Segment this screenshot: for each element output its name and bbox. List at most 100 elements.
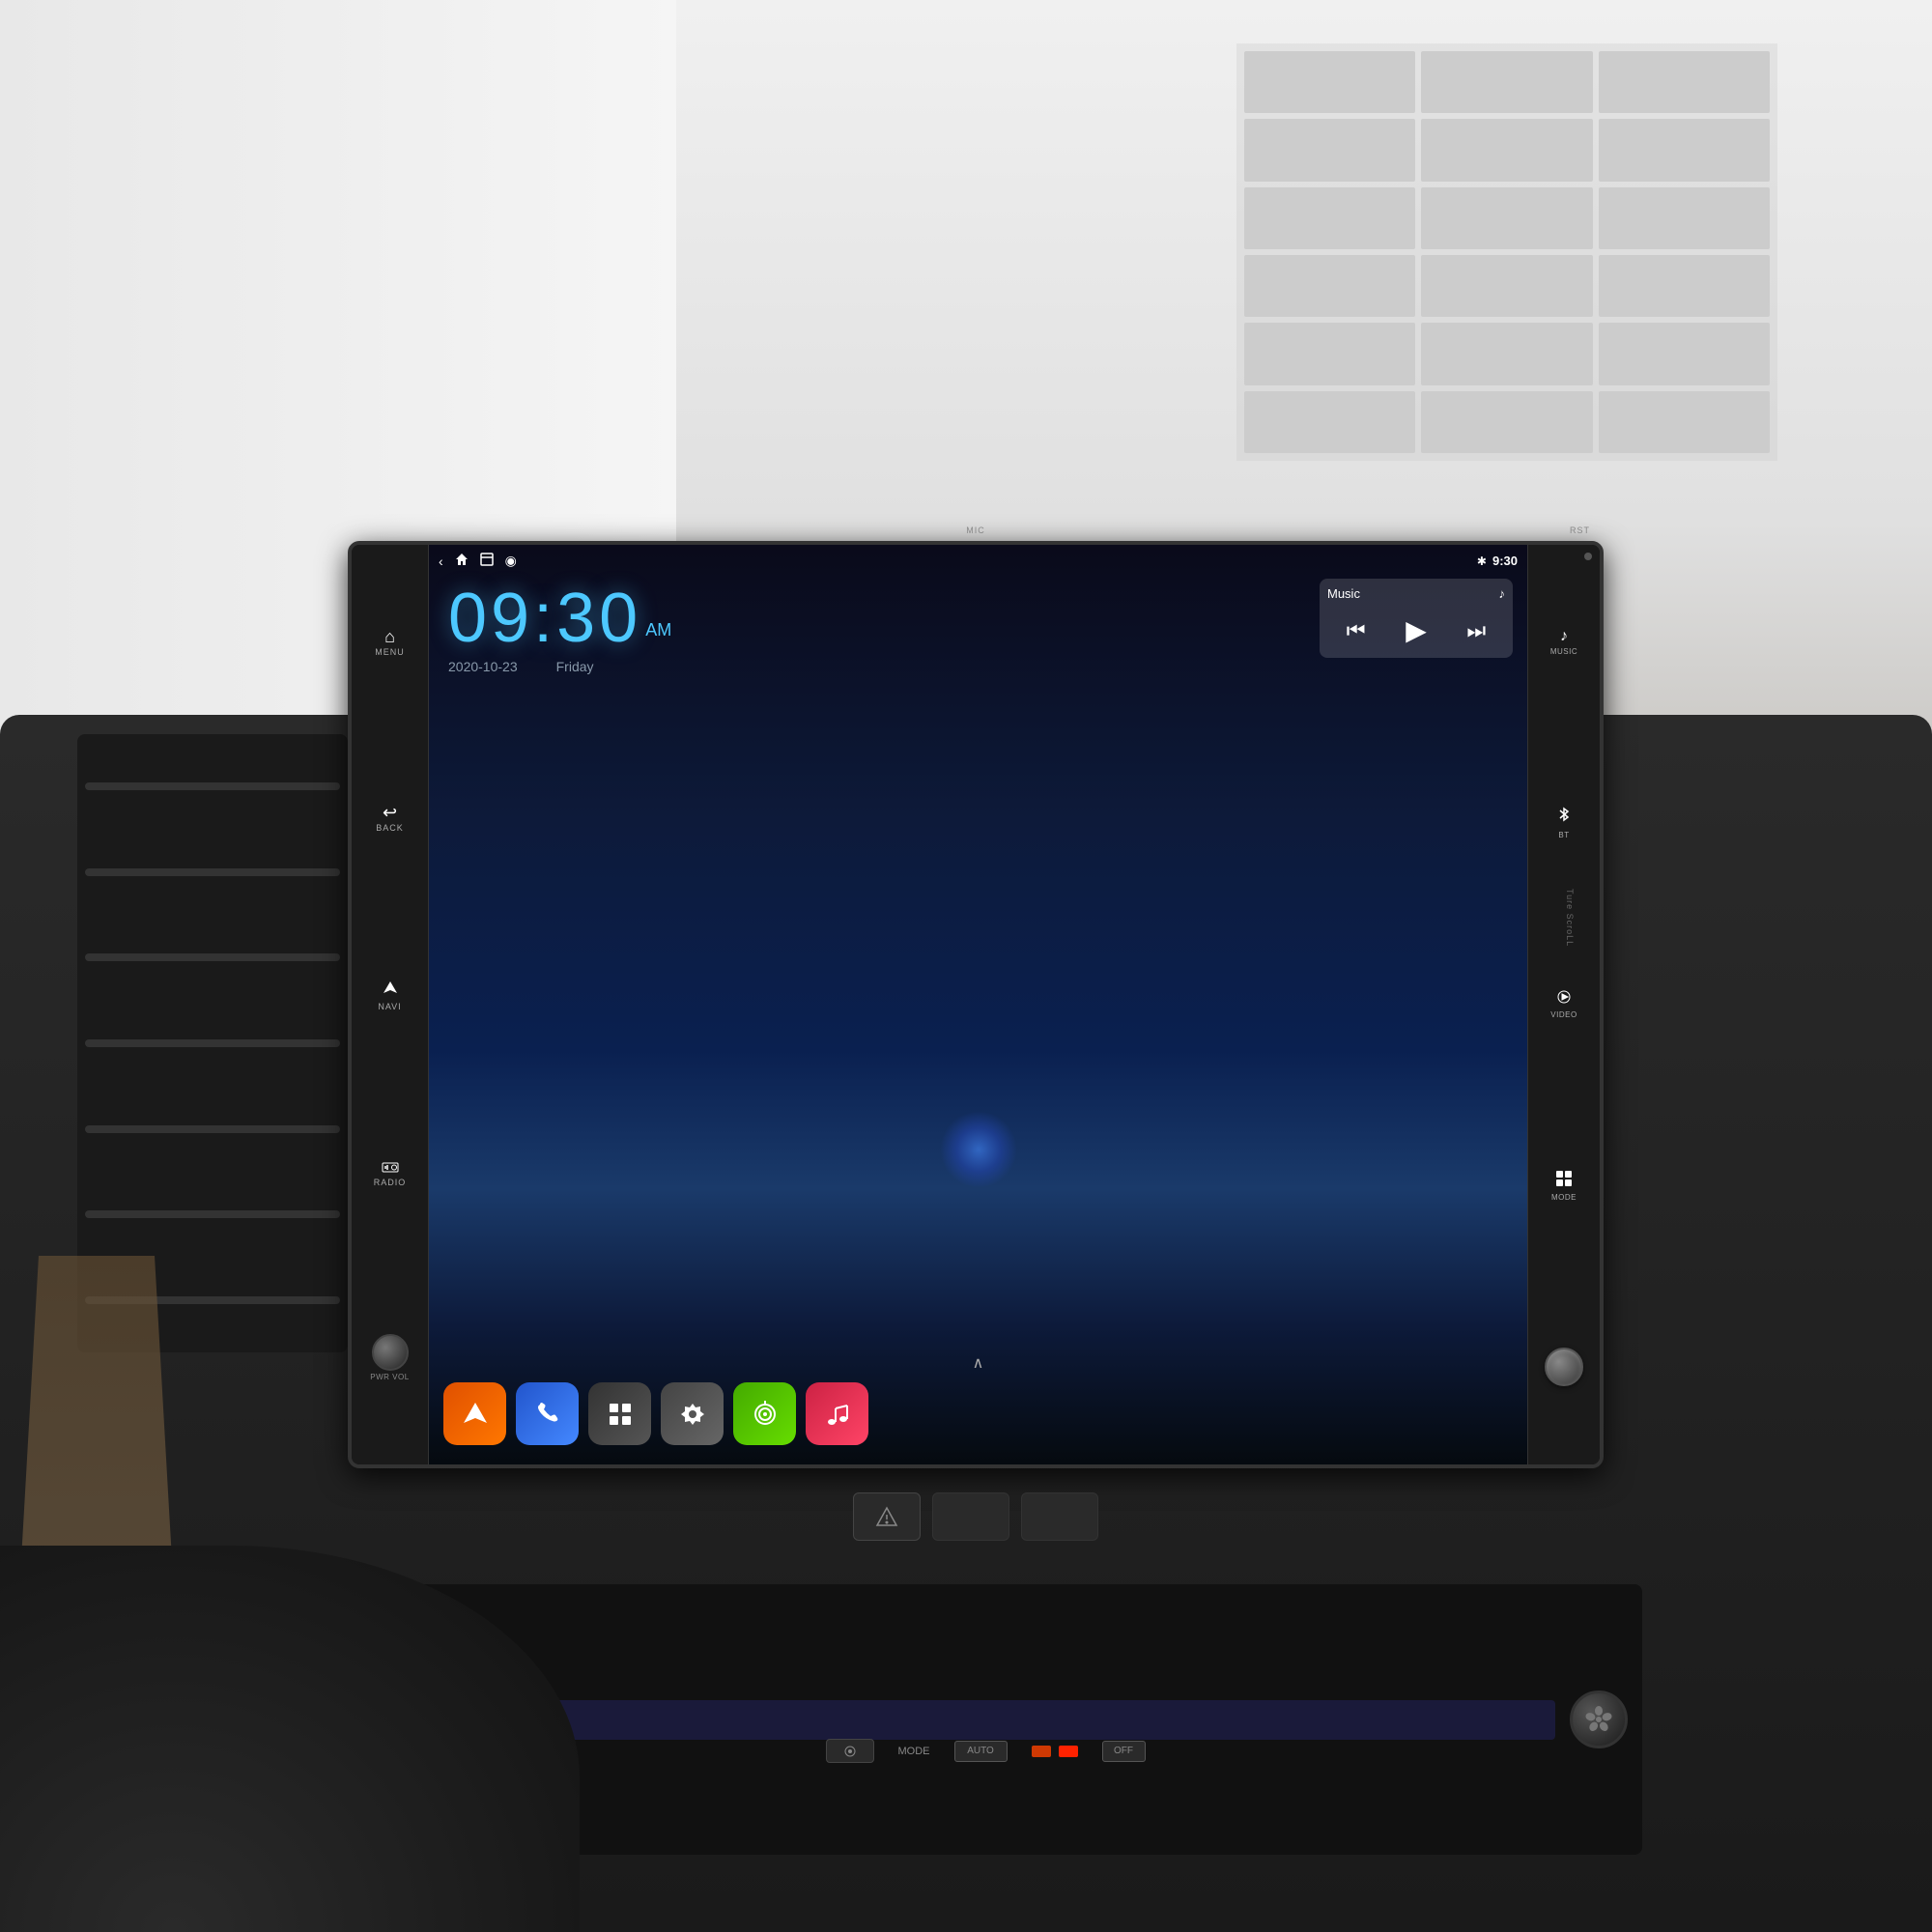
- window-nav-icon[interactable]: [480, 553, 494, 569]
- bt-button[interactable]: BT: [1535, 802, 1593, 844]
- music-note-icon: ♪: [1499, 586, 1506, 601]
- off-button[interactable]: OFF: [1102, 1741, 1146, 1762]
- clock-date-row: 2020-10-23 Friday: [448, 659, 671, 674]
- status-bar: ‹ ◉ ✱ 9:30: [439, 553, 1518, 569]
- play-button[interactable]: ▶: [1396, 611, 1436, 650]
- menu-icon: ⌂: [384, 628, 395, 645]
- bt-icon: [1557, 807, 1571, 829]
- music-header: Music ♪: [1327, 586, 1505, 601]
- main-screen: ‹ ◉ ✱ 9:30: [429, 545, 1527, 1464]
- radio-app-icon[interactable]: [733, 1382, 796, 1445]
- vent-slat: [85, 868, 340, 876]
- grid-bar: [1244, 391, 1415, 453]
- menu-label: MENU: [375, 647, 405, 657]
- status-right: ✱ 9:30: [1477, 554, 1518, 568]
- back-icon: ↩: [383, 804, 397, 821]
- music-widget-title: Music: [1327, 586, 1360, 601]
- mode-label: MODE: [1551, 1193, 1577, 1202]
- tune-scroll-knob[interactable]: [1545, 1348, 1583, 1386]
- video-label: VIDEO: [1550, 1010, 1577, 1019]
- rst-label: RST: [1570, 526, 1590, 535]
- climate-indicator-lights: [1032, 1746, 1078, 1757]
- head-unit-bezel: MIC RST ⌂ MENU ↩ BACK NAVI: [348, 541, 1604, 1468]
- right-buttons-panel: ♪ MUSIC BT VIDEO: [1527, 545, 1600, 1464]
- left-buttons-panel: ⌂ MENU ↩ BACK NAVI: [352, 545, 429, 1464]
- mode-button[interactable]: MODE: [1535, 1166, 1593, 1207]
- location-nav-icon[interactable]: ◉: [505, 553, 517, 569]
- clock-time: 09:30: [448, 580, 641, 657]
- navi-button[interactable]: NAVI: [358, 974, 421, 1017]
- radio-button[interactable]: RADIO: [358, 1152, 421, 1193]
- video-icon: [1556, 990, 1572, 1009]
- seatbelt-light: [1059, 1746, 1078, 1757]
- grid-bar: [1599, 187, 1770, 249]
- mode-icon: [1556, 1171, 1572, 1191]
- fan-control: [1570, 1690, 1628, 1748]
- nav-icons: ‹ ◉: [439, 553, 517, 569]
- clock-area: 09:30AM 2020-10-23 Friday: [448, 583, 671, 674]
- grid-bar: [1244, 51, 1415, 113]
- tune-scroll-container: [1545, 1348, 1583, 1386]
- vent-slat: [85, 1039, 340, 1047]
- clock-ampm: AM: [645, 620, 671, 639]
- fan-knob[interactable]: [1570, 1690, 1628, 1748]
- climate-btn-group-1: [826, 1739, 874, 1763]
- grid-bar: [1599, 323, 1770, 384]
- climate-gear-btn[interactable]: [826, 1739, 874, 1763]
- mode-ctrl-label: MODE: [898, 1746, 930, 1757]
- radio-label: RADIO: [374, 1178, 407, 1187]
- grid-bar: [1244, 187, 1415, 249]
- screen-glow: [940, 1111, 1017, 1188]
- grid-bar: [1421, 119, 1592, 181]
- navigation-app-icon[interactable]: [443, 1382, 506, 1445]
- blank-btn-1[interactable]: [932, 1492, 1009, 1541]
- auto-label: AUTO: [967, 1746, 994, 1756]
- hazard-button[interactable]: [853, 1492, 921, 1541]
- vent-slat: [85, 953, 340, 961]
- grid-bar: [1421, 187, 1592, 249]
- grid-bar: [1599, 51, 1770, 113]
- off-label: OFF: [1114, 1746, 1133, 1756]
- music-right-icon: ♪: [1560, 628, 1568, 645]
- status-time: 9:30: [1492, 554, 1518, 568]
- radio-icon: [382, 1158, 399, 1176]
- grid-bar: [1421, 51, 1592, 113]
- video-button[interactable]: VIDEO: [1535, 985, 1593, 1024]
- back-button[interactable]: ↩ BACK: [358, 798, 421, 838]
- music-controls: ⏮ ▶ ⏭: [1327, 611, 1505, 650]
- apps-app-icon[interactable]: [588, 1382, 651, 1445]
- vent-slat: [85, 1210, 340, 1218]
- scroll-up-indicator[interactable]: ∧: [973, 1353, 984, 1373]
- clock-day: Friday: [556, 659, 594, 674]
- grid-bar: [1244, 255, 1415, 317]
- music-right-button[interactable]: ♪ MUSIC: [1535, 623, 1593, 661]
- music-widget: Music ♪ ⏮ ▶ ⏭: [1320, 579, 1513, 658]
- pwr-knob[interactable]: [372, 1334, 409, 1371]
- settings-app-icon[interactable]: [661, 1382, 724, 1445]
- music-app-icon[interactable]: [806, 1382, 868, 1445]
- bottom-climate-controls: MODE AUTO OFF: [425, 1739, 1546, 1763]
- rst-dot: [1584, 553, 1592, 560]
- home-nav-icon[interactable]: [455, 553, 469, 569]
- warning-light: [1032, 1746, 1051, 1757]
- pwr-vol-button[interactable]: PWR VOL: [358, 1328, 421, 1387]
- grid-bar: [1599, 391, 1770, 453]
- navi-icon: [382, 980, 399, 1000]
- grid-bar: [1599, 255, 1770, 317]
- auto-button[interactable]: AUTO: [954, 1741, 1008, 1762]
- next-button[interactable]: ⏭: [1459, 614, 1493, 647]
- navi-label: NAVI: [378, 1002, 401, 1011]
- clock-display: 09:30AM: [448, 583, 671, 653]
- phone-app-icon[interactable]: [516, 1382, 579, 1445]
- grid-bar: [1244, 119, 1415, 181]
- back-nav-icon[interactable]: ‹: [439, 554, 443, 569]
- tune-scroll-label: Ture ScroLL: [1565, 889, 1575, 947]
- menu-button[interactable]: ⌂ MENU: [358, 622, 421, 663]
- mic-label: MIC: [966, 526, 985, 535]
- vent-slat: [85, 782, 340, 790]
- blank-btn-2[interactable]: [1021, 1492, 1098, 1541]
- grid-bar: [1599, 119, 1770, 181]
- prev-button[interactable]: ⏮: [1339, 614, 1374, 647]
- climate-buttons-row: [348, 1468, 1604, 1565]
- clock-date: 2020-10-23: [448, 659, 518, 674]
